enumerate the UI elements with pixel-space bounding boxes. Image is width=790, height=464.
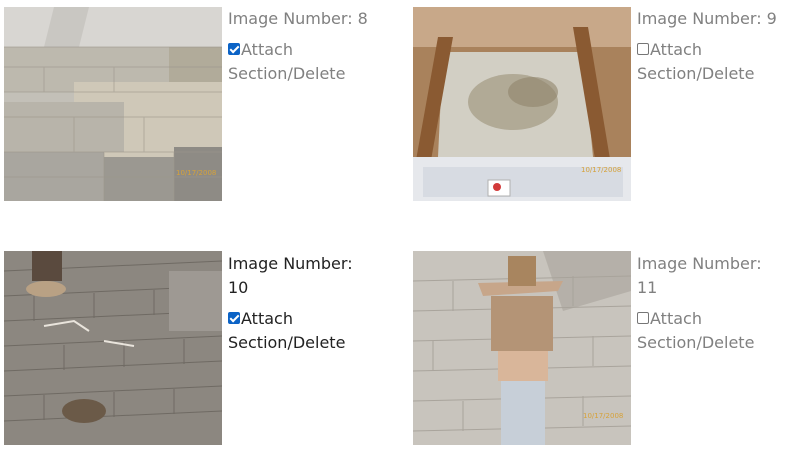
photo-image-8[interactable]: 10/17/2008	[4, 7, 222, 201]
attach-checkbox-label[interactable]: Attach Section/Delete	[228, 38, 388, 86]
image-card-10-meta: Image Number: 10 Attach Section/Delete	[228, 252, 356, 355]
image-card-9-meta: Image Number: 9 Attach Section/Delete	[637, 7, 787, 86]
image-number-label: Image Number: 10	[228, 254, 353, 297]
image-number-label: Image Number: 9	[637, 9, 777, 28]
attach-checkbox-label[interactable]: Attach Section/Delete	[637, 307, 765, 355]
attach-checkbox-label[interactable]: Attach Section/Delete	[637, 38, 787, 86]
image-card-11-meta: Image Number: 11 Attach Section/Delete	[637, 252, 765, 355]
date-stamp: 10/17/2008	[581, 166, 621, 174]
image-card-8-meta: Image Number: 8 Attach Section/Delete	[228, 7, 388, 86]
attach-label-text: Attach Section/Delete	[228, 309, 346, 352]
attach-checkbox-label[interactable]: Attach Section/Delete	[228, 307, 356, 355]
date-stamp: 10/17/2008	[176, 169, 216, 177]
photo-image-9[interactable]: 10/17/2008	[413, 7, 631, 201]
image-number-label: Image Number: 8	[228, 9, 368, 28]
attach-checkbox[interactable]	[637, 43, 649, 55]
attach-label-text: Attach Section/Delete	[637, 40, 755, 83]
image-number-label: Image Number: 11	[637, 254, 762, 297]
attach-label-text: Attach Section/Delete	[637, 309, 755, 352]
attach-checkbox[interactable]	[228, 43, 240, 55]
attach-label-text: Attach Section/Delete	[228, 40, 346, 83]
photo-image-10[interactable]	[4, 251, 222, 445]
date-stamp: 10/17/2008	[583, 412, 623, 420]
attach-checkbox[interactable]	[637, 312, 649, 324]
photo-image-11[interactable]: 10/17/2008	[413, 251, 631, 445]
attach-checkbox[interactable]	[228, 312, 240, 324]
